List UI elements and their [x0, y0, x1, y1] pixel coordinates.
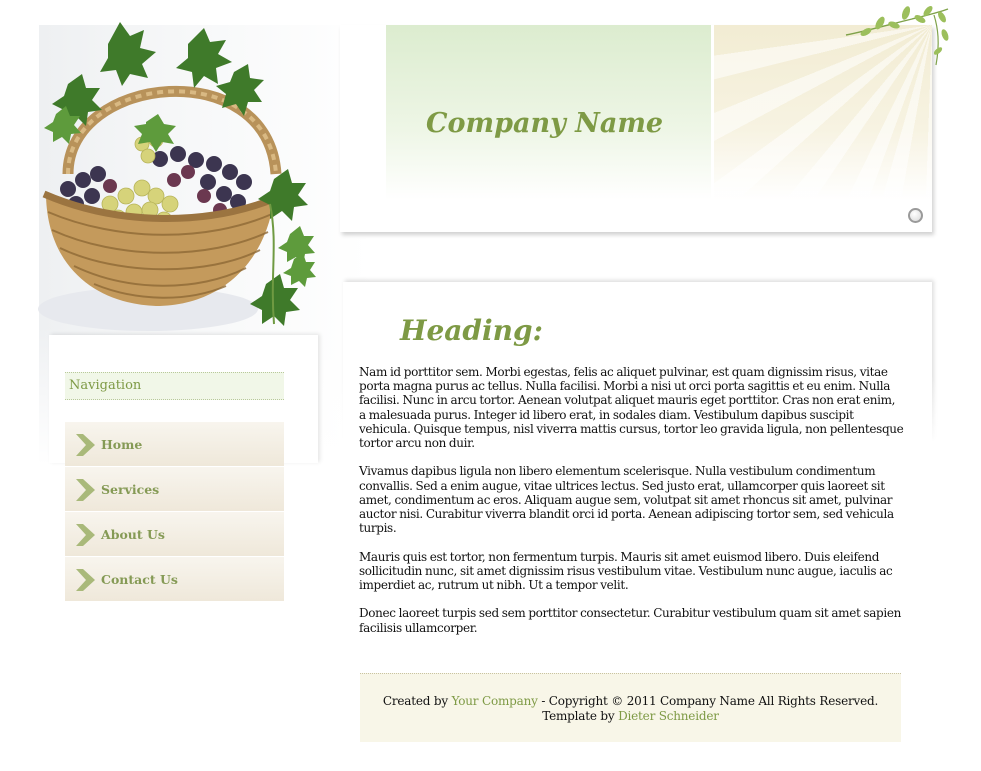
footer-author-link[interactable]: Dieter Schneider	[618, 709, 719, 723]
nav-item-services[interactable]: Services	[65, 467, 284, 511]
paragraph: Donec laoreet turpis sed sem porttitor c…	[359, 606, 901, 635]
nav-item-about-us[interactable]: About Us	[65, 512, 284, 556]
circle-icon	[908, 208, 923, 223]
nav-item-label: Contact Us	[101, 572, 178, 587]
paragraph: Vivamus dapibus ligula non libero elemen…	[359, 464, 894, 536]
chevron-right-icon	[76, 524, 95, 546]
grape-basket-illustration	[38, 22, 316, 331]
content-heading: Heading:	[400, 314, 543, 347]
footer-copyright: - Copyright © 2011 Company Name All Righ…	[541, 694, 879, 708]
paragraph: Mauris quis est tortor, non fermentum tu…	[359, 549, 893, 593]
footer-created-by: Created by	[382, 694, 448, 708]
vine-decoration-icon	[845, 6, 949, 66]
nav-item-label: About Us	[101, 527, 165, 542]
chevron-right-icon	[76, 569, 95, 591]
chevron-right-icon	[76, 479, 95, 501]
company-name: Company Name	[426, 108, 664, 139]
nav-item-label: Home	[101, 437, 143, 452]
footer: Created by Your Company - Copyright © 20…	[360, 673, 901, 742]
chevron-right-icon	[76, 434, 95, 456]
content-body: Nam id porttitor sem. Morbi egestas, fel…	[359, 365, 904, 649]
nav-item-label: Services	[101, 482, 160, 497]
footer-template-by: Template by	[542, 708, 615, 723]
nav-item-contact-us[interactable]: Contact Us	[65, 557, 284, 601]
footer-company-link[interactable]: Your Company	[452, 694, 538, 708]
navigation-heading: Navigation	[65, 372, 284, 400]
nav-item-home[interactable]: Home	[65, 422, 284, 466]
nav-list: Home Services About Us Contact Us	[65, 422, 284, 602]
paragraph: Nam id porttitor sem. Morbi egestas, fel…	[359, 365, 904, 451]
